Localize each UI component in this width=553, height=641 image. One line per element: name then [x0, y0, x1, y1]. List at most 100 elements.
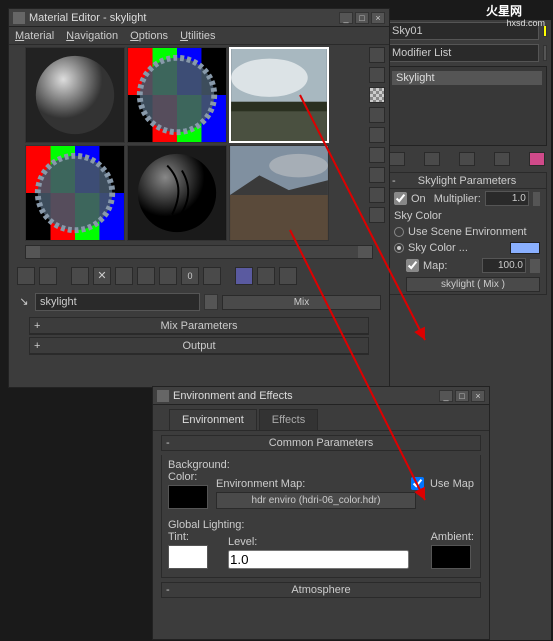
- configure-sets-icon[interactable]: [529, 152, 545, 166]
- dropdown-arrow-icon[interactable]: [543, 45, 547, 61]
- minimize-button[interactable]: _: [439, 390, 453, 402]
- scroll-right-icon[interactable]: [358, 246, 372, 258]
- map-slot-button[interactable]: skylight ( Mix ): [406, 277, 540, 292]
- pin-stack-icon[interactable]: [389, 152, 405, 166]
- stack-toolbar: [383, 148, 551, 170]
- level-field[interactable]: [228, 550, 409, 569]
- close-button[interactable]: ×: [371, 12, 385, 24]
- show-end-result-icon[interactable]: [235, 267, 253, 285]
- tab-environment[interactable]: Environment: [169, 409, 257, 430]
- sample-scrollbar[interactable]: [25, 245, 373, 259]
- menu-material[interactable]: MMaterialaterial: [15, 30, 54, 42]
- watermark-url: hxsd.com: [506, 18, 545, 28]
- material-name-field[interactable]: [35, 293, 200, 311]
- rollout-header[interactable]: -Skylight Parameters: [388, 173, 546, 189]
- make-unique-icon[interactable]: [459, 152, 475, 166]
- map-amount-field[interactable]: [482, 258, 526, 273]
- menu-navigation[interactable]: Navigation: [66, 30, 118, 42]
- sky-color-swatch[interactable]: [510, 242, 540, 254]
- mat-map-nav-icon[interactable]: [369, 207, 385, 223]
- get-material-icon[interactable]: [17, 267, 35, 285]
- rollout-header-output[interactable]: +Output: [30, 338, 368, 354]
- make-unique-icon[interactable]: [137, 267, 155, 285]
- output-rollout: +Output: [29, 337, 369, 355]
- sample-type-icon[interactable]: [369, 47, 385, 63]
- sky-color-radio[interactable]: [394, 243, 404, 253]
- map-checkbox[interactable]: [406, 259, 419, 272]
- put-to-scene-icon[interactable]: [39, 267, 57, 285]
- pick-material-icon[interactable]: ↘: [17, 295, 31, 309]
- go-to-parent-icon[interactable]: [257, 267, 275, 285]
- background-color-swatch[interactable]: [168, 485, 208, 509]
- go-forward-icon[interactable]: [279, 267, 297, 285]
- background-icon[interactable]: [369, 87, 385, 103]
- color-label: Color:: [168, 471, 208, 483]
- global-lighting-label: Global Lighting:: [168, 519, 474, 531]
- watermark-logo: 火星网: [459, 0, 549, 20]
- use-map-checkbox[interactable]: [411, 477, 424, 490]
- close-button[interactable]: ×: [471, 390, 485, 402]
- menubar: MMaterialaterial Navigation Options Util…: [9, 27, 389, 45]
- sample-slot-6[interactable]: [229, 145, 329, 241]
- env-map-label: Environment Map:: [216, 478, 405, 490]
- put-to-library-icon[interactable]: [159, 267, 177, 285]
- maximize-button[interactable]: □: [455, 390, 469, 402]
- background-label: Background:: [168, 459, 474, 471]
- ambient-label: Ambient:: [431, 531, 474, 543]
- show-end-result-icon[interactable]: [424, 152, 440, 166]
- sample-uv-icon[interactable]: [369, 107, 385, 123]
- tint-swatch[interactable]: [168, 545, 208, 569]
- name-dropdown-icon[interactable]: [204, 294, 218, 310]
- make-preview-icon[interactable]: [369, 147, 385, 163]
- use-scene-env-label: Use Scene Environment: [408, 226, 527, 238]
- env-titlebar[interactable]: Environment and Effects _ □ ×: [153, 387, 489, 405]
- ambient-swatch[interactable]: [431, 545, 471, 569]
- menu-options[interactable]: Options: [130, 30, 168, 42]
- env-window-title: Environment and Effects: [173, 390, 439, 402]
- select-by-mat-icon[interactable]: [369, 187, 385, 203]
- app-icon: [157, 390, 169, 402]
- atmosphere-header[interactable]: -Atmosphere: [161, 582, 481, 598]
- multiplier-field[interactable]: [485, 191, 529, 206]
- sample-side-toolbar: [369, 47, 387, 223]
- sample-slot-4[interactable]: [25, 145, 125, 241]
- map-amount-spinner[interactable]: [530, 259, 540, 273]
- use-scene-env-radio[interactable]: [394, 227, 404, 237]
- sample-slot-5[interactable]: [127, 145, 227, 241]
- on-checkbox[interactable]: [394, 192, 407, 205]
- modifier-stack-item[interactable]: Skylight: [392, 71, 542, 85]
- modifier-stack[interactable]: Skylight: [387, 66, 547, 146]
- show-map-icon[interactable]: [203, 267, 221, 285]
- rollout-header-mix[interactable]: +Mix Parameters: [30, 318, 368, 334]
- sky-color-group-label: Sky Color: [388, 208, 546, 224]
- maximize-button[interactable]: □: [355, 12, 369, 24]
- app-icon: [13, 12, 25, 24]
- material-name-row: ↘ Mix: [9, 289, 389, 315]
- modifier-list-dropdown[interactable]: [387, 44, 539, 62]
- minimize-button[interactable]: _: [339, 12, 353, 24]
- sample-slot-2[interactable]: [127, 47, 227, 143]
- common-parameters-header[interactable]: -Common Parameters: [161, 435, 481, 451]
- tab-effects[interactable]: Effects: [259, 409, 318, 430]
- tint-label: Tint:: [168, 531, 208, 543]
- make-copy-icon[interactable]: [115, 267, 133, 285]
- multiplier-spinner[interactable]: [533, 192, 540, 206]
- material-editor-window: Material Editor - skylight _ □ × MMateri…: [8, 8, 390, 388]
- titlebar[interactable]: Material Editor - skylight _ □ ×: [9, 9, 389, 27]
- reset-map-icon[interactable]: ✕: [93, 267, 111, 285]
- multiplier-label: Multiplier:: [434, 193, 481, 205]
- sample-slot-3[interactable]: [229, 47, 329, 143]
- backlight-icon[interactable]: [369, 67, 385, 83]
- assign-to-selection-icon[interactable]: [71, 267, 89, 285]
- sample-slot-1[interactable]: [25, 47, 125, 143]
- options-icon[interactable]: [369, 167, 385, 183]
- remove-modifier-icon[interactable]: [494, 152, 510, 166]
- video-check-icon[interactable]: [369, 127, 385, 143]
- material-id-icon[interactable]: 0: [181, 267, 199, 285]
- scroll-left-icon[interactable]: [26, 246, 40, 258]
- environment-effects-window: Environment and Effects _ □ × Environmen…: [152, 386, 490, 640]
- on-label: On: [411, 193, 426, 205]
- material-type-button[interactable]: Mix: [222, 295, 381, 310]
- env-map-button[interactable]: hdr enviro (hdri-06_color.hdr): [216, 492, 416, 509]
- menu-utilities[interactable]: Utilities: [180, 30, 215, 42]
